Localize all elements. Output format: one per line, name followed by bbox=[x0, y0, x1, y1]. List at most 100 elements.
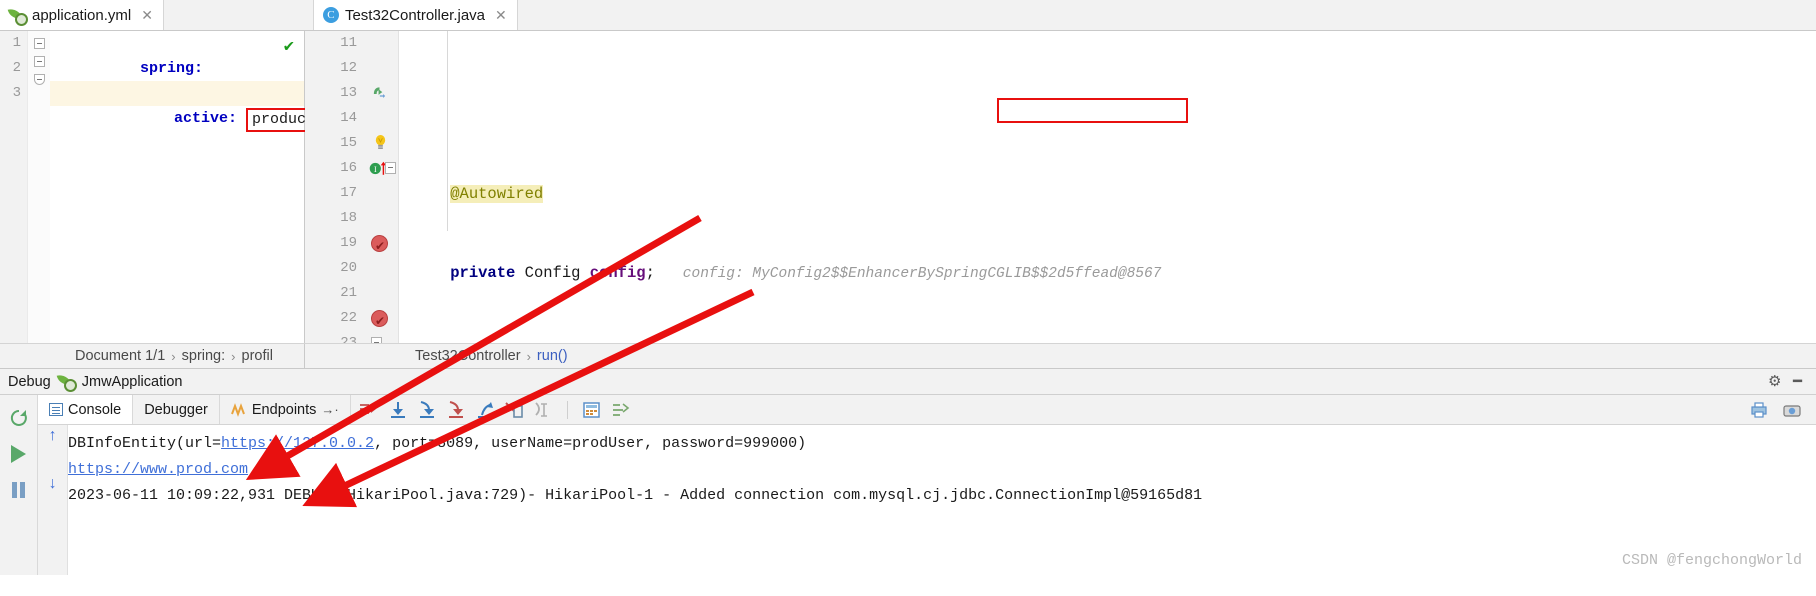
force-step-into-icon[interactable] bbox=[446, 400, 466, 419]
line-number: 21 bbox=[340, 285, 357, 301]
line-number: 13 bbox=[340, 85, 357, 101]
java-line-number-gutter: 11 12 13 14 15 16 17 18 19 20 21 22 23 2… bbox=[305, 31, 363, 343]
fold-icon[interactable] bbox=[33, 38, 45, 49]
console-scroll-gutter: ↑ ↓ bbox=[38, 425, 68, 575]
breadcrumb-separator-icon: › bbox=[526, 348, 531, 364]
yml-line-3: active: product bbox=[50, 81, 322, 132]
editor-tab-label: Test32Controller.java bbox=[344, 6, 486, 24]
breadcrumb-item[interactable]: run() bbox=[537, 348, 568, 364]
ide-window: application.yml ✕ C Test32Controller.jav… bbox=[0, 0, 1816, 596]
tab-label: Debugger bbox=[144, 401, 208, 418]
tab-label: Console bbox=[68, 401, 122, 418]
gutter-row-19[interactable] bbox=[363, 231, 398, 259]
java-marker-gutter[interactable]: I bbox=[363, 31, 399, 343]
line-number: 12 bbox=[340, 60, 357, 76]
breadcrumb-separator-icon: › bbox=[171, 348, 176, 364]
debug-window-title: Debug bbox=[8, 373, 51, 390]
step-over-icon[interactable] bbox=[388, 401, 408, 419]
java-class-icon: C bbox=[322, 7, 339, 23]
gutter-row-23[interactable] bbox=[363, 331, 398, 343]
breadcrumb-item[interactable]: spring: bbox=[182, 348, 226, 364]
fold-icon[interactable] bbox=[33, 56, 45, 67]
gutter-row-22[interactable] bbox=[363, 306, 398, 334]
spring-leaf-icon bbox=[9, 7, 28, 26]
fold-icon[interactable] bbox=[33, 74, 45, 85]
debug-run-controls bbox=[0, 395, 38, 575]
mute-breakpoints-icon[interactable] bbox=[611, 401, 631, 419]
java-editor-pane[interactable]: 11 12 13 14 15 16 17 18 19 20 21 22 23 2… bbox=[305, 31, 1816, 343]
breakpoint-icon[interactable] bbox=[371, 234, 388, 259]
gutter-row-16[interactable]: I bbox=[363, 156, 398, 181]
yml-editor-pane[interactable]: 1 2 3 spring: ✔ profiles: active: produc… bbox=[0, 31, 322, 343]
console-link[interactable]: https://www.prod.com bbox=[68, 461, 248, 478]
drop-frame-icon[interactable] bbox=[504, 401, 524, 419]
gutter-row-13[interactable] bbox=[363, 81, 398, 106]
print-icon[interactable] bbox=[1749, 401, 1769, 419]
rerun-icon[interactable] bbox=[8, 407, 30, 429]
scroll-down-icon[interactable]: ↓ bbox=[38, 473, 67, 495]
editor-tab-label: application.yml bbox=[32, 6, 132, 24]
breakpoint-icon[interactable] bbox=[371, 309, 388, 334]
close-icon[interactable]: ✕ bbox=[495, 7, 507, 24]
autowired-annotation: @Autowired bbox=[450, 185, 544, 203]
yml-line-2: profiles: bbox=[50, 56, 304, 102]
run-to-cursor-icon[interactable] bbox=[533, 401, 553, 419]
minimize-icon[interactable]: ━ bbox=[1793, 374, 1808, 389]
fold-icon[interactable] bbox=[371, 337, 382, 343]
line-number: 20 bbox=[340, 260, 357, 276]
detach-icon[interactable]: →· bbox=[321, 402, 338, 417]
step-into-icon[interactable] bbox=[417, 400, 437, 419]
watermark: CSDN @fengchongWorld bbox=[1621, 552, 1802, 569]
screenshot-icon[interactable] bbox=[1782, 401, 1802, 419]
console-output[interactable]: ↑ ↓ DBInfoEntity(url=https://127.0.0.2, … bbox=[38, 425, 1816, 575]
resume-program-icon[interactable] bbox=[8, 443, 30, 465]
gear-icon[interactable]: ⚙ bbox=[1768, 374, 1783, 389]
tab-console[interactable]: Console bbox=[38, 395, 134, 424]
scroll-up-icon[interactable]: ↑ bbox=[38, 425, 67, 447]
breadcrumb-item[interactable]: Test32Controller bbox=[415, 348, 521, 364]
debug-config-name[interactable]: JmwApplication bbox=[82, 374, 183, 390]
show-execution-point-icon[interactable] bbox=[359, 401, 379, 419]
java-code-area[interactable]: @Autowired private Config config; config… bbox=[400, 31, 1816, 343]
console-link[interactable]: https://127.0.0.2 bbox=[221, 435, 374, 452]
line-number: 23 bbox=[340, 335, 357, 343]
evaluate-expression-icon[interactable] bbox=[582, 401, 602, 419]
breadcrumb-yml[interactable]: Document 1/1 › spring: › profil bbox=[0, 344, 305, 368]
console-text: DBInfoEntity(url= bbox=[68, 435, 222, 452]
line-number: 11 bbox=[340, 35, 357, 51]
line-number: 15 bbox=[340, 135, 357, 151]
debug-stepper-toolbar bbox=[351, 395, 639, 424]
pause-program-icon[interactable] bbox=[8, 479, 30, 501]
implemented-method-icon[interactable] bbox=[372, 84, 387, 102]
editor-tab-bar: application.yml ✕ C Test32Controller.jav… bbox=[0, 0, 1816, 31]
yml-code-area[interactable]: spring: ✔ profiles: active: product bbox=[50, 31, 322, 343]
debug-tabs-row: Console Debugger Endpoints →· bbox=[38, 395, 1816, 425]
console-line-1: DBInfoEntity(url=https://127.0.0.2, port… bbox=[68, 431, 1816, 457]
breadcrumb-java[interactable]: Test32Controller › run() bbox=[305, 344, 1816, 368]
yml-fold-gutter[interactable] bbox=[28, 31, 50, 343]
editor-tab-application-yml[interactable]: application.yml ✕ bbox=[0, 0, 164, 30]
tab-gap bbox=[163, 0, 314, 30]
console-line-3: 2023-06-11 10:09:22,931 DEBUG (HikariPoo… bbox=[68, 483, 1816, 509]
line-number: 2 bbox=[12, 60, 21, 76]
close-icon[interactable]: ✕ bbox=[141, 7, 153, 24]
tab-debugger[interactable]: Debugger bbox=[133, 395, 220, 424]
tab-endpoints[interactable]: Endpoints →· bbox=[220, 395, 351, 424]
tab-label: Endpoints bbox=[251, 401, 317, 418]
intention-bulb-icon[interactable] bbox=[373, 134, 388, 152]
step-out-icon[interactable] bbox=[475, 401, 495, 419]
line-number: 19 bbox=[340, 235, 357, 251]
editor-tab-test32controller-java[interactable]: C Test32Controller.java ✕ bbox=[313, 0, 518, 30]
fold-icon[interactable] bbox=[385, 162, 396, 174]
breadcrumb-item[interactable]: Document 1/1 bbox=[75, 348, 165, 364]
line-number: 16 bbox=[340, 160, 357, 176]
debug-tool-window-body: Console Debugger Endpoints →· ↑ ↓ DBInfo… bbox=[0, 395, 1816, 575]
breadcrumb-item[interactable]: profil bbox=[242, 348, 273, 364]
line-number: 3 bbox=[12, 85, 21, 101]
debug-content: Console Debugger Endpoints →· ↑ ↓ DBInfo… bbox=[38, 395, 1816, 575]
gutter-row-15[interactable] bbox=[363, 131, 398, 156]
yml-line-number-gutter: 1 2 3 bbox=[0, 31, 28, 343]
console-text: , port=8089, userName=prodUser, password… bbox=[374, 435, 807, 452]
code-line-12: @Autowired bbox=[400, 182, 1816, 207]
